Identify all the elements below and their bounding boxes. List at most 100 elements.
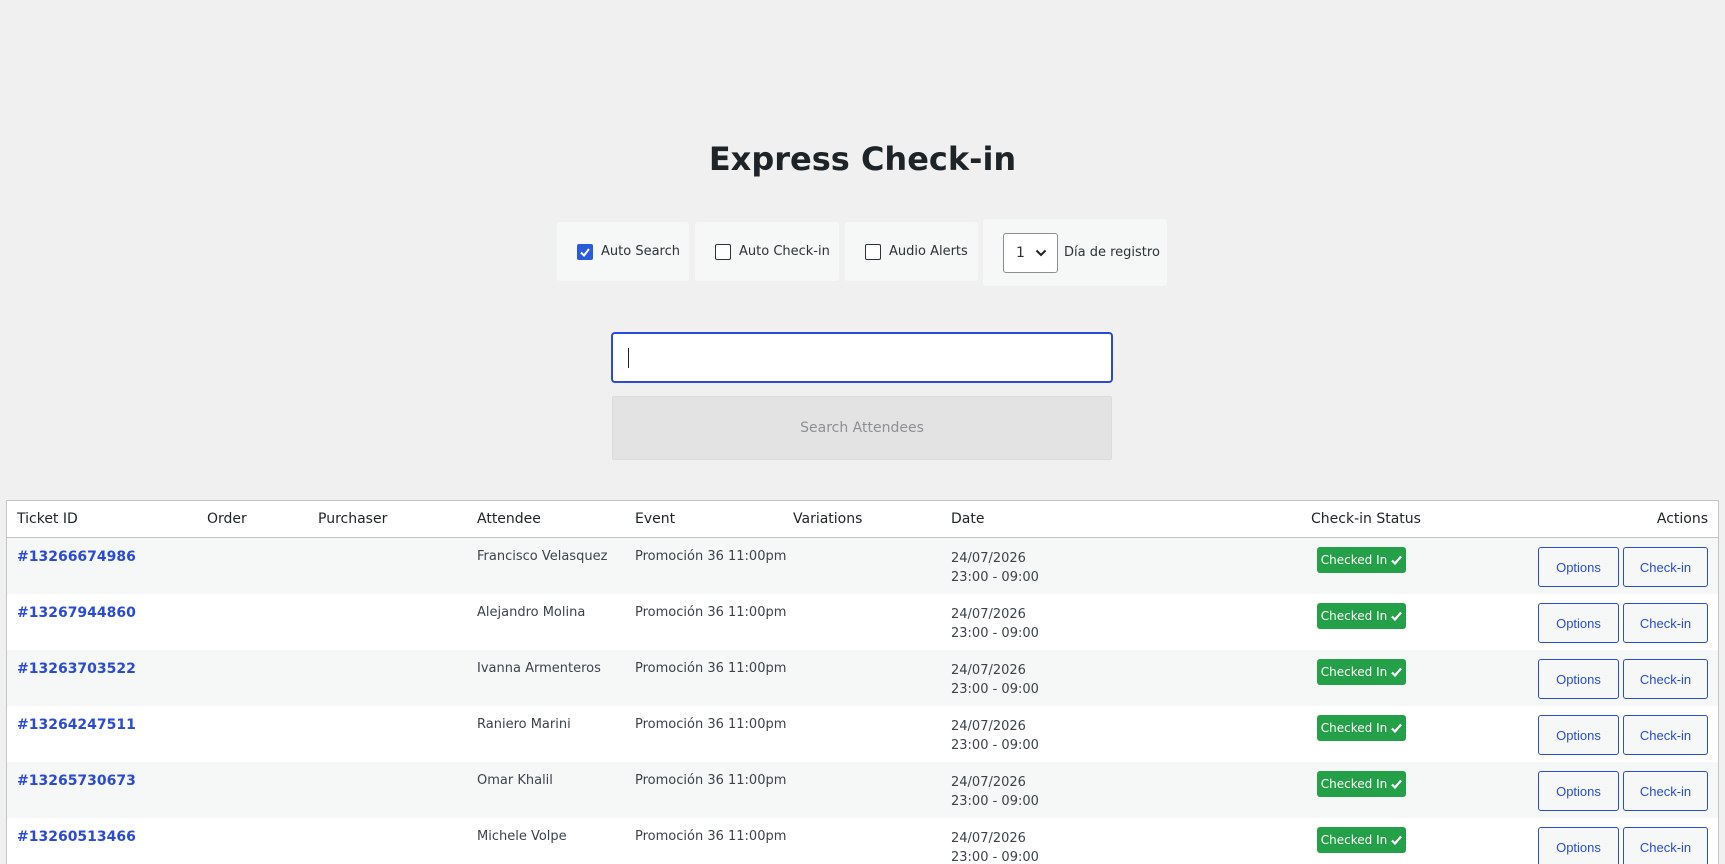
time-value: 23:00 - 09:00: [951, 626, 1039, 641]
audio-alerts-label: Audio Alerts: [889, 244, 968, 259]
status-text: Checked In: [1320, 833, 1388, 847]
auto-search-label: Auto Search: [601, 244, 680, 259]
status-text: Checked In: [1320, 777, 1388, 791]
col-checkin-status: Check-in Status: [1311, 511, 1421, 527]
date-value: 24/07/2026: [951, 551, 1026, 566]
checkmark-icon: [1391, 723, 1403, 733]
ticket-id-link[interactable]: #13264247511: [17, 717, 136, 733]
event-date: 24/07/2026 23:00 - 09:00: [951, 661, 1039, 699]
table-header: Ticket ID Order Purchaser Attendee Event…: [7, 501, 1718, 538]
options-button[interactable]: Options: [1538, 827, 1619, 864]
auto-checkin-checkbox[interactable]: [715, 243, 731, 260]
checkmark-icon: [580, 247, 590, 257]
table-row: #13265730673 Omar Khalil Promoción 36 11…: [7, 762, 1718, 818]
time-value: 23:00 - 09:00: [951, 794, 1039, 809]
text-caret: [628, 348, 629, 368]
attendee-name: Alejandro Molina: [477, 605, 586, 620]
checkmark-icon: [1391, 667, 1403, 677]
table-row: #13266674986 Francisco Velasquez Promoci…: [7, 538, 1718, 594]
attendee-name: Raniero Marini: [477, 717, 571, 732]
attendee-name: Omar Khalil: [477, 773, 553, 788]
table-row: #13264247511 Raniero Marini Promoción 36…: [7, 706, 1718, 762]
col-order: Order: [207, 511, 247, 527]
status-text: Checked In: [1320, 609, 1388, 623]
auto-search-option[interactable]: Auto Search: [557, 222, 689, 281]
event-name: Promoción 36 11:00pm: [635, 549, 787, 564]
date-value: 24/07/2026: [951, 663, 1026, 678]
col-ticket-id: Ticket ID: [17, 511, 78, 527]
ticket-id-link[interactable]: #13265730673: [17, 773, 136, 789]
checkin-button[interactable]: Check-in: [1623, 603, 1708, 643]
checkmark-icon: [1391, 611, 1403, 621]
auto-checkin-option[interactable]: Auto Check-in: [695, 222, 839, 281]
event-name: Promoción 36 11:00pm: [635, 829, 787, 844]
page-title: Express Check-in: [708, 140, 1017, 178]
status-badge: Checked In: [1317, 547, 1406, 573]
status-badge: Checked In: [1317, 659, 1406, 685]
event-date: 24/07/2026 23:00 - 09:00: [951, 549, 1039, 587]
checkmark-icon: [1391, 835, 1403, 845]
options-button[interactable]: Options: [1538, 603, 1619, 643]
search-attendees-button[interactable]: Search Attendees: [612, 396, 1112, 460]
audio-alerts-checkbox[interactable]: [865, 243, 881, 260]
time-value: 23:00 - 09:00: [951, 570, 1039, 585]
table-row: #13260513466 Michele Volpe Promoción 36 …: [7, 818, 1718, 864]
event-name: Promoción 36 11:00pm: [635, 717, 787, 732]
status-text: Checked In: [1320, 665, 1388, 679]
ticket-id-link[interactable]: #13263703522: [17, 661, 136, 677]
checkin-button[interactable]: Check-in: [1623, 547, 1708, 587]
auto-search-checkbox[interactable]: [577, 243, 593, 260]
event-name: Promoción 36 11:00pm: [635, 661, 787, 676]
options-button[interactable]: Options: [1538, 771, 1619, 811]
options-button[interactable]: Options: [1538, 715, 1619, 755]
chevron-down-icon: [1035, 249, 1047, 256]
search-input[interactable]: [611, 332, 1113, 383]
time-value: 23:00 - 09:00: [951, 682, 1039, 697]
checkmark-icon: [1391, 555, 1403, 565]
attendee-name: Ivanna Armenteros: [477, 661, 601, 676]
checkin-button[interactable]: Check-in: [1623, 827, 1708, 864]
event-date: 24/07/2026 23:00 - 09:00: [951, 717, 1039, 755]
event-name: Promoción 36 11:00pm: [635, 773, 787, 788]
attendee-name: Michele Volpe: [477, 829, 567, 844]
event-name: Promoción 36 11:00pm: [635, 605, 787, 620]
checkin-button[interactable]: Check-in: [1623, 659, 1708, 699]
col-date: Date: [951, 511, 985, 527]
auto-checkin-label: Auto Check-in: [739, 244, 830, 259]
day-select-value: 1: [1016, 244, 1025, 261]
col-variations: Variations: [793, 511, 863, 527]
options-button[interactable]: Options: [1538, 547, 1619, 587]
checkmark-icon: [1391, 779, 1403, 789]
date-value: 24/07/2026: [951, 775, 1026, 790]
day-option: 1 Día de registro: [983, 219, 1167, 286]
status-text: Checked In: [1320, 721, 1388, 735]
attendees-table: Ticket ID Order Purchaser Attendee Event…: [6, 500, 1719, 864]
event-date: 24/07/2026 23:00 - 09:00: [951, 829, 1039, 864]
status-badge: Checked In: [1317, 827, 1406, 853]
status-badge: Checked In: [1317, 771, 1406, 797]
date-value: 24/07/2026: [951, 607, 1026, 622]
day-select[interactable]: 1: [1003, 232, 1058, 273]
table-row: #13267944860 Alejandro Molina Promoción …: [7, 594, 1718, 650]
ticket-id-link[interactable]: #13266674986: [17, 549, 136, 565]
time-value: 23:00 - 09:00: [951, 738, 1039, 753]
col-attendee: Attendee: [477, 511, 541, 527]
ticket-id-link[interactable]: #13260513466: [17, 829, 136, 845]
audio-alerts-option[interactable]: Audio Alerts: [845, 222, 978, 281]
day-label: Día de registro: [1064, 245, 1160, 260]
date-value: 24/07/2026: [951, 719, 1026, 734]
col-actions: Actions: [1656, 511, 1708, 527]
ticket-id-link[interactable]: #13267944860: [17, 605, 136, 621]
status-text: Checked In: [1320, 553, 1388, 567]
checkin-button[interactable]: Check-in: [1623, 771, 1708, 811]
event-date: 24/07/2026 23:00 - 09:00: [951, 605, 1039, 643]
col-event: Event: [635, 511, 676, 527]
attendee-name: Francisco Velasquez: [477, 549, 608, 564]
status-badge: Checked In: [1317, 715, 1406, 741]
event-date: 24/07/2026 23:00 - 09:00: [951, 773, 1039, 811]
status-badge: Checked In: [1317, 603, 1406, 629]
checkin-button[interactable]: Check-in: [1623, 715, 1708, 755]
time-value: 23:00 - 09:00: [951, 850, 1039, 864]
col-purchaser: Purchaser: [318, 511, 388, 527]
options-button[interactable]: Options: [1538, 659, 1619, 699]
